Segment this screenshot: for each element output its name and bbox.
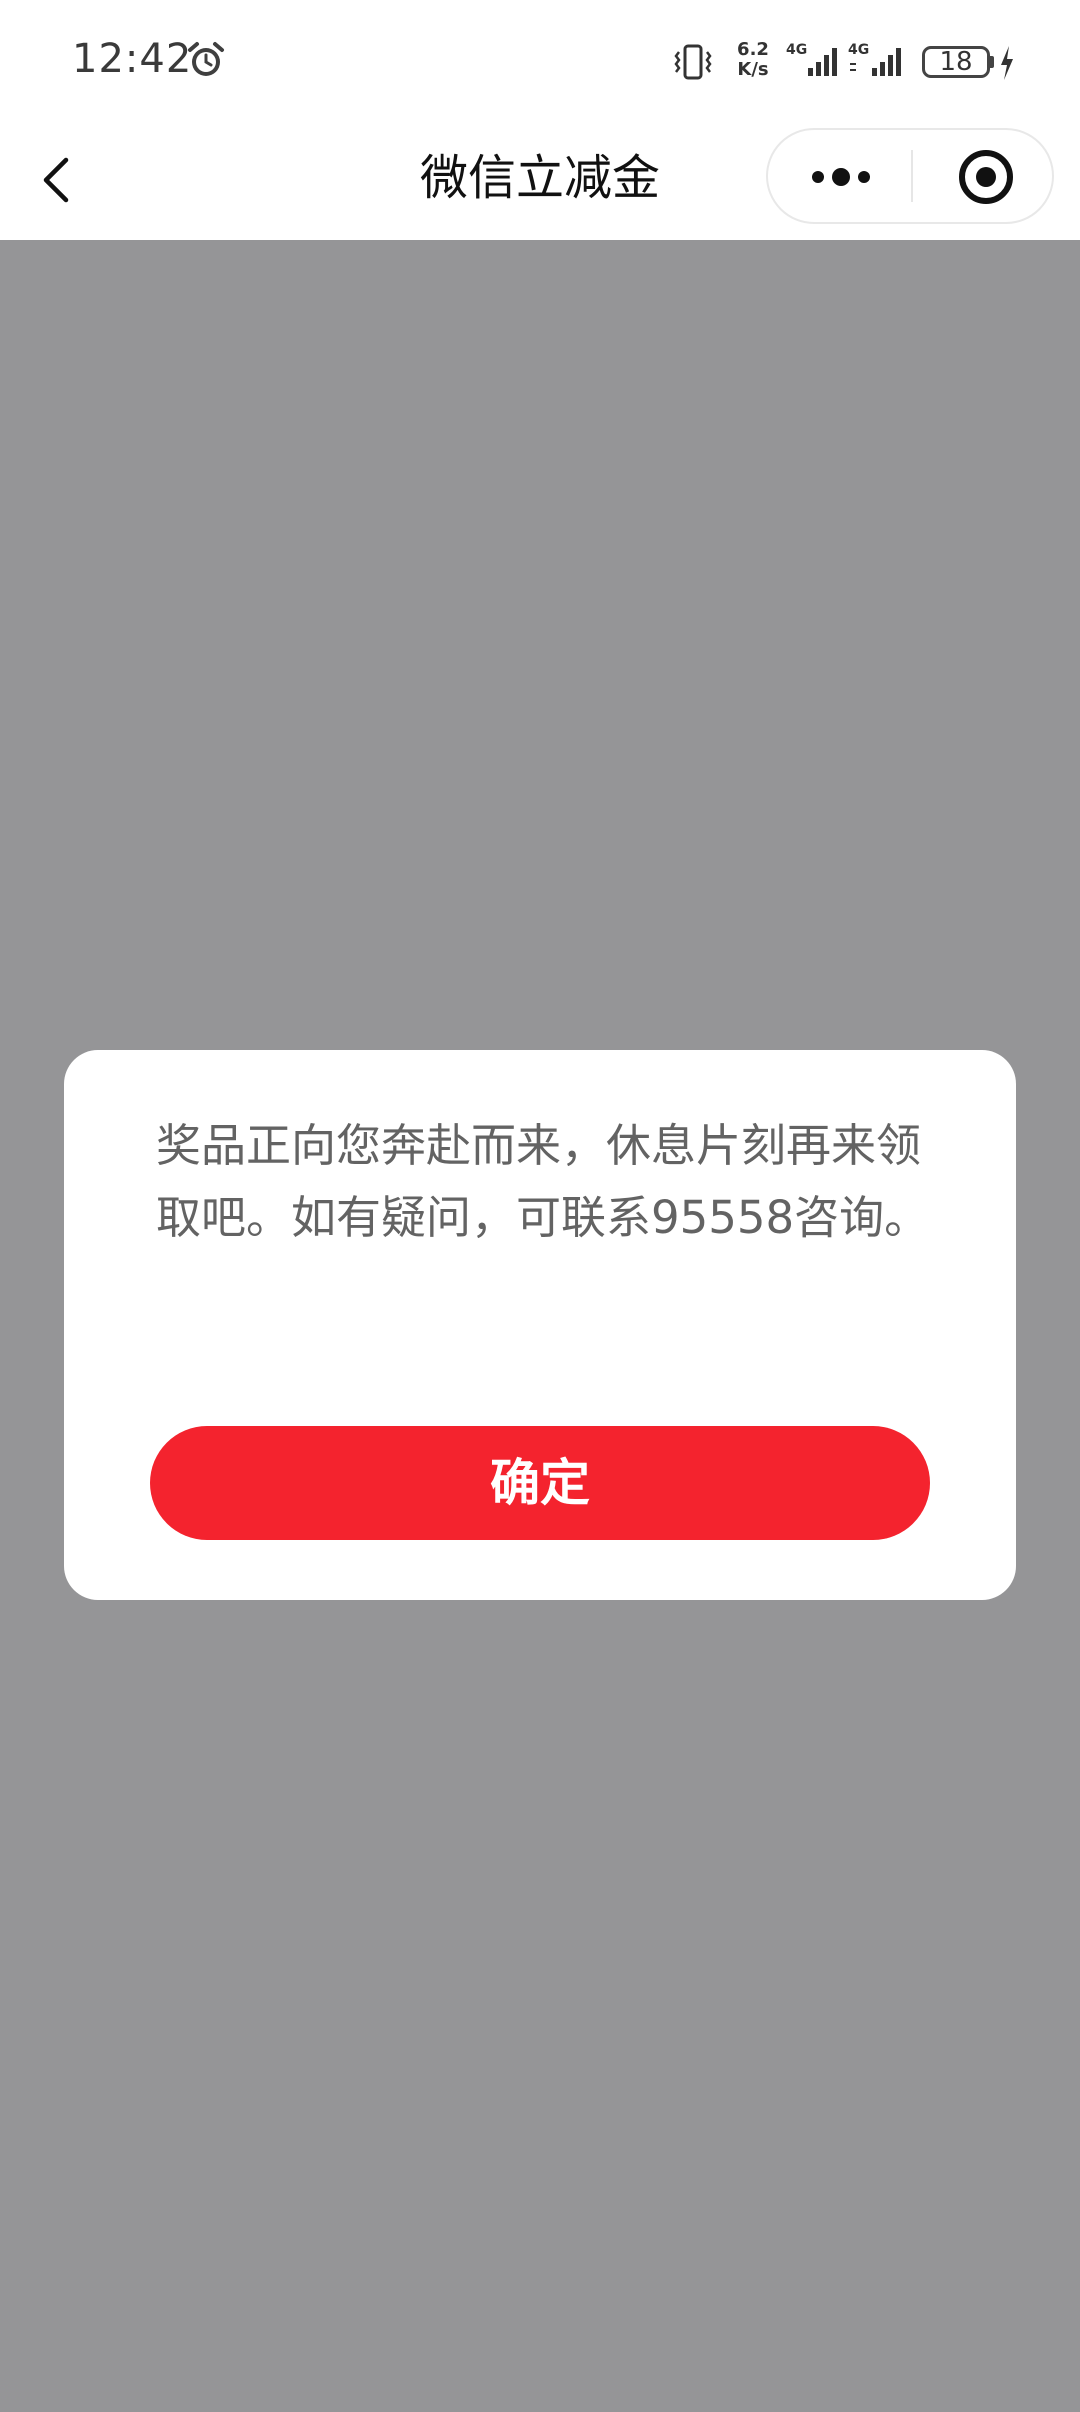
capsule-divider [911, 150, 913, 202]
network-speed-unit: K/s [737, 59, 769, 80]
network-speed-value: 6.2 [737, 39, 769, 60]
signal-icon: 4G [848, 42, 901, 76]
more-dots-icon[interactable] [786, 140, 896, 212]
battery-icon: 18 [922, 46, 990, 78]
status-time: 12:42 [72, 36, 193, 82]
page-title: 微信立减金 [419, 150, 660, 206]
nav-bar: 微信立减金 [0, 120, 1080, 240]
alarm-icon [188, 42, 224, 76]
signal-2-label: 4G [848, 42, 869, 58]
signal-1-label: 4G [786, 42, 807, 58]
confirm-button[interactable]: 确定 [150, 1426, 930, 1540]
status-bar: 12:42 6.2 K/s 4G 4G 18 [0, 0, 1080, 120]
capsule-menu [766, 128, 1054, 224]
battery-tip [990, 56, 994, 68]
vibrate-icon [674, 44, 712, 80]
dialog-message: 奖品正向您奔赴而来，休息片刻再来领取吧。如有疑问，可联系95558咨询。 [156, 1119, 930, 1244]
charging-icon [1001, 46, 1013, 80]
signal-icon: 4G [786, 42, 837, 76]
close-target-icon[interactable] [936, 140, 1036, 212]
back-arrow-icon[interactable] [30, 144, 90, 216]
alert-dialog: 奖品正向您奔赴而来，休息片刻再来领取吧。如有疑问，可联系95558咨询。 确定 [64, 1050, 1016, 1600]
battery-level: 18 [939, 47, 973, 77]
network-speed: 6.2 K/s [728, 40, 778, 80]
